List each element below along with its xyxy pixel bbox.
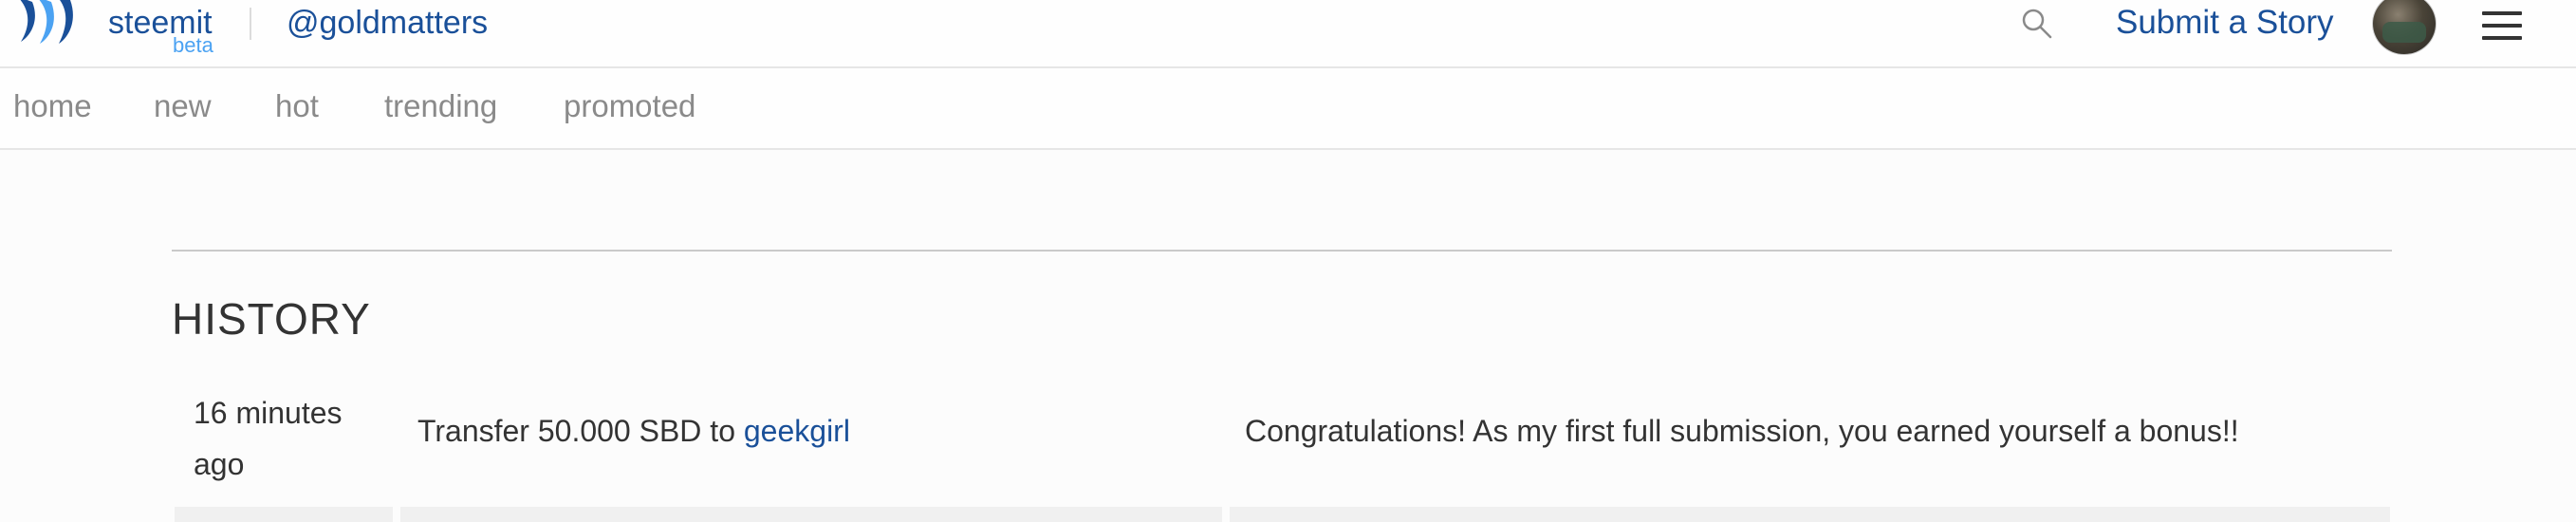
cell-separator — [393, 507, 400, 522]
nav-item-promoted[interactable]: promoted — [564, 87, 695, 125]
nav-item-hot[interactable]: hot — [275, 87, 319, 125]
nav-item-new[interactable]: new — [154, 87, 212, 125]
section-divider — [172, 250, 2392, 252]
menu-icon[interactable] — [2482, 9, 2524, 42]
steemit-logo-icon[interactable] — [11, 0, 80, 55]
header-divider — [250, 8, 251, 40]
nav-item-trending[interactable]: trending — [384, 87, 497, 125]
beta-label: beta — [173, 33, 213, 57]
operation-text: Transfer 50.000 SBD to — [417, 414, 744, 448]
recipient-link[interactable]: geekgirl — [744, 414, 850, 448]
history-time: 16 minutes ago — [194, 396, 343, 481]
table-row — [175, 507, 2390, 522]
cell-separator — [1222, 507, 1230, 522]
history-memo: Congratulations! As my first full submis… — [1245, 414, 2239, 448]
submit-story-link[interactable]: Submit a Story — [2116, 4, 2334, 42]
history-title: HISTORY — [172, 294, 371, 344]
history-operation: Transfer 50.000 SBD to geekgirl — [417, 412, 850, 450]
nav-item-home[interactable]: home — [13, 87, 92, 125]
search-icon[interactable] — [2021, 8, 2053, 40]
table-row: 16 minutes ago Transfer 50.000 SBD to ge… — [175, 378, 2390, 507]
top-header: steemit beta @goldmatters Submit a Story — [0, 0, 2576, 68]
account-username[interactable]: @goldmatters — [287, 4, 488, 42]
avatar-image — [2382, 22, 2426, 43]
avatar[interactable] — [2372, 0, 2437, 55]
sub-navigation: home new hot trending promoted — [0, 68, 2576, 150]
